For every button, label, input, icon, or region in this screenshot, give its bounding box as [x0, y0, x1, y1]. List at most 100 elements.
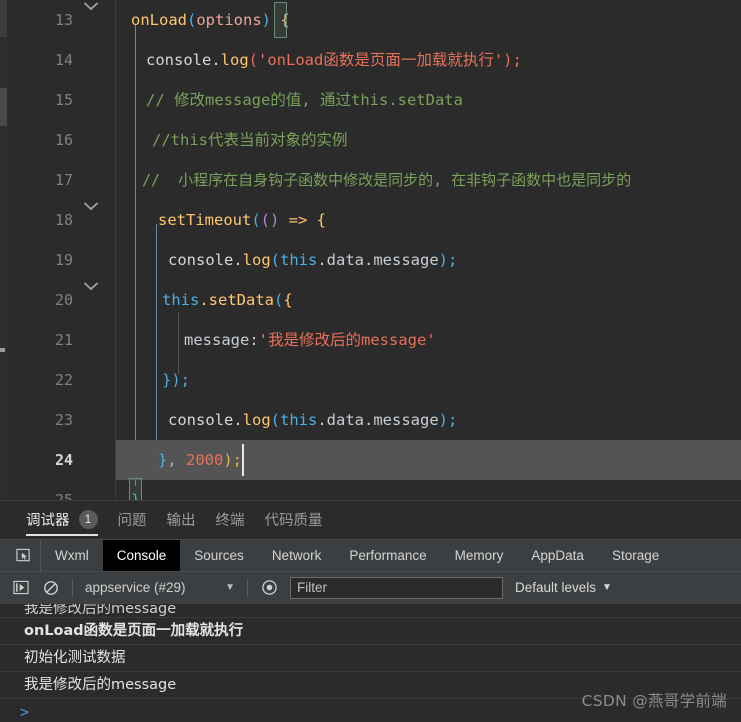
code-token-comma: , — [167, 451, 187, 469]
line-number: 23 — [54, 411, 73, 429]
scrollbar-marker — [0, 348, 5, 352]
devtools-tab-label: Console — [116, 547, 167, 563]
fold-chevron-down-icon[interactable] — [83, 0, 99, 28]
devtools-tab-appdata[interactable]: AppData — [517, 540, 598, 571]
clear-console-icon[interactable] — [36, 576, 66, 600]
code-token-function: setTimeout — [158, 211, 252, 229]
scrollbar-thumb-upper[interactable] — [0, 0, 7, 37]
code-token-end: ); — [438, 251, 458, 269]
code-token-paren: ( — [270, 411, 281, 429]
devtools-tab-label: Storage — [611, 547, 660, 563]
code-token-this: this — [280, 411, 318, 429]
devtools-tab-memory[interactable]: Memory — [441, 540, 518, 571]
line-number: 20 — [54, 291, 73, 309]
devtools-tab-label: Wxml — [55, 547, 89, 563]
code-token-paren: ) — [261, 11, 272, 29]
devtools-tab-console[interactable]: Console — [102, 539, 181, 571]
line-number: 25 — [33, 480, 73, 500]
editor-left-scrollbar[interactable] — [0, 0, 7, 500]
devtools-tab-label: Memory — [454, 547, 504, 563]
line-number: 22 — [54, 371, 73, 389]
code-token-paren: ( — [251, 211, 261, 229]
code-line: setTimeout(() => { — [116, 200, 741, 240]
code-token-function: onLoad — [131, 11, 187, 29]
console-output-list[interactable]: 我是修改后的message onLoad函数是页面一加载就执行 初始化测试数据 … — [0, 603, 741, 722]
panel-tab-problems[interactable]: 问题 — [118, 501, 147, 539]
code-text-area[interactable]: onLoad ( options) { console.log('onLoad函数是… — [116, 0, 741, 500]
code-token-method: .setData — [199, 291, 274, 309]
cursor-select-icon[interactable] — [6, 539, 41, 571]
panel-tab-terminal[interactable]: 终端 — [216, 501, 245, 539]
panel-tab-bar[interactable]: 调试器 1 问题 输出 终端 代码质量 — [0, 500, 741, 539]
panel-tab-debugger[interactable]: 调试器 1 — [26, 501, 98, 539]
console-filter-input[interactable] — [290, 576, 503, 599]
code-token-property: .data.message — [317, 411, 439, 429]
panel-tab-output[interactable]: 输出 — [167, 501, 196, 539]
devtools-tab-wxml[interactable]: Wxml — [41, 540, 103, 571]
code-token-comment: // 修改message的值, 通过this.setData — [146, 91, 463, 109]
line-number: 21 — [54, 331, 73, 349]
execute-step-icon[interactable] — [6, 576, 36, 600]
code-token-dot: . — [233, 251, 243, 269]
line-number: 13 — [54, 11, 73, 29]
live-expression-icon[interactable] — [254, 576, 284, 600]
console-message[interactable]: 我是修改后的message — [0, 604, 741, 618]
code-line: console.log('onLoad函数是页面一加载就执行'); — [116, 40, 741, 80]
code-token-end: ); — [223, 451, 243, 469]
code-token-number: 2000 — [186, 451, 224, 469]
code-line: //this代表当前对象的实例 — [116, 120, 741, 160]
console-levels-select[interactable]: Default levels ▼ — [515, 580, 612, 595]
code-token-paren: ( — [248, 51, 259, 69]
code-line-active: }, 2000); — [116, 440, 741, 480]
code-line: // 小程序在自身钩子函数中修改是同步的, 在非钩子函数中也是同步的 — [116, 160, 741, 200]
devtools-tab-network[interactable]: Network — [258, 540, 336, 571]
console-message[interactable]: onLoad函数是页面一加载就执行 — [0, 618, 741, 645]
line-number: 15 — [54, 91, 73, 109]
line-number: 18 — [54, 211, 73, 229]
code-line: } — [116, 480, 741, 500]
panel-tab-code-quality[interactable]: 代码质量 — [265, 501, 323, 539]
panel-tab-badge: 1 — [78, 510, 98, 530]
devtools-tab-sources[interactable]: Sources — [180, 540, 258, 571]
console-message[interactable]: 初始化测试数据 — [0, 645, 741, 672]
devtools-tab-label: AppData — [531, 547, 584, 563]
chevron-down-icon: ▼ — [602, 582, 612, 594]
editor-gutter[interactable]: 13 14 15 16 17 18 19 20 21 22 23 24 25 — [7, 0, 116, 500]
code-token-property: .data.message — [317, 251, 439, 269]
console-context-select[interactable]: appservice (#29) ▼ — [79, 580, 241, 595]
fold-chevron-down-icon[interactable] — [83, 188, 99, 228]
console-input-prompt[interactable]: > — [0, 699, 741, 722]
code-token-object: console — [168, 411, 234, 429]
devtools-tab-bar[interactable]: Wxml Console Sources Network Performance… — [0, 538, 741, 571]
code-token-method: log — [220, 51, 249, 69]
code-token-close: }); — [162, 371, 190, 389]
panel-tab-label: 输出 — [166, 513, 196, 530]
code-token-comment: // 小程序在自身钩子函数中修改是同步的, 在非钩子函数中也是同步的 — [142, 171, 632, 189]
text-cursor — [242, 444, 244, 476]
devtools-tab-storage[interactable]: Storage — [598, 540, 673, 571]
line-number: 16 — [54, 131, 73, 149]
code-token-comment: //this代表当前对象的实例 — [152, 131, 348, 149]
code-token-brace: { — [283, 291, 293, 309]
console-toolbar[interactable]: appservice (#29) ▼ Default levels ▼ — [0, 570, 741, 604]
panel-tab-label: 终端 — [215, 513, 245, 530]
code-token-key: message: — [184, 331, 259, 349]
devtools-tab-performance[interactable]: Performance — [335, 540, 440, 571]
scrollbar-thumb-main[interactable] — [0, 88, 7, 126]
line-number: 14 — [54, 51, 73, 69]
code-token-object: console — [146, 51, 212, 69]
code-line: message:'我是修改后的message' — [116, 320, 741, 360]
code-token-param: options — [196, 11, 262, 29]
console-message[interactable]: 我是修改后的message — [0, 672, 741, 699]
toolbar-divider — [72, 578, 73, 597]
line-number: 17 — [54, 171, 73, 189]
code-token-end: ); — [503, 51, 522, 69]
console-levels-label: Default levels — [515, 580, 597, 596]
devtools-tab-label: Performance — [349, 547, 427, 563]
panel-tab-label: 问题 — [117, 513, 147, 530]
fold-chevron-down-icon[interactable] — [83, 268, 99, 308]
code-token-arrow: => — [279, 211, 317, 229]
code-editor[interactable]: 13 14 15 16 17 18 19 20 21 22 23 24 25 — [0, 0, 741, 500]
devtools-tab-label: Network — [271, 547, 322, 563]
code-line: // 修改message的值, 通过this.setData — [116, 80, 741, 120]
